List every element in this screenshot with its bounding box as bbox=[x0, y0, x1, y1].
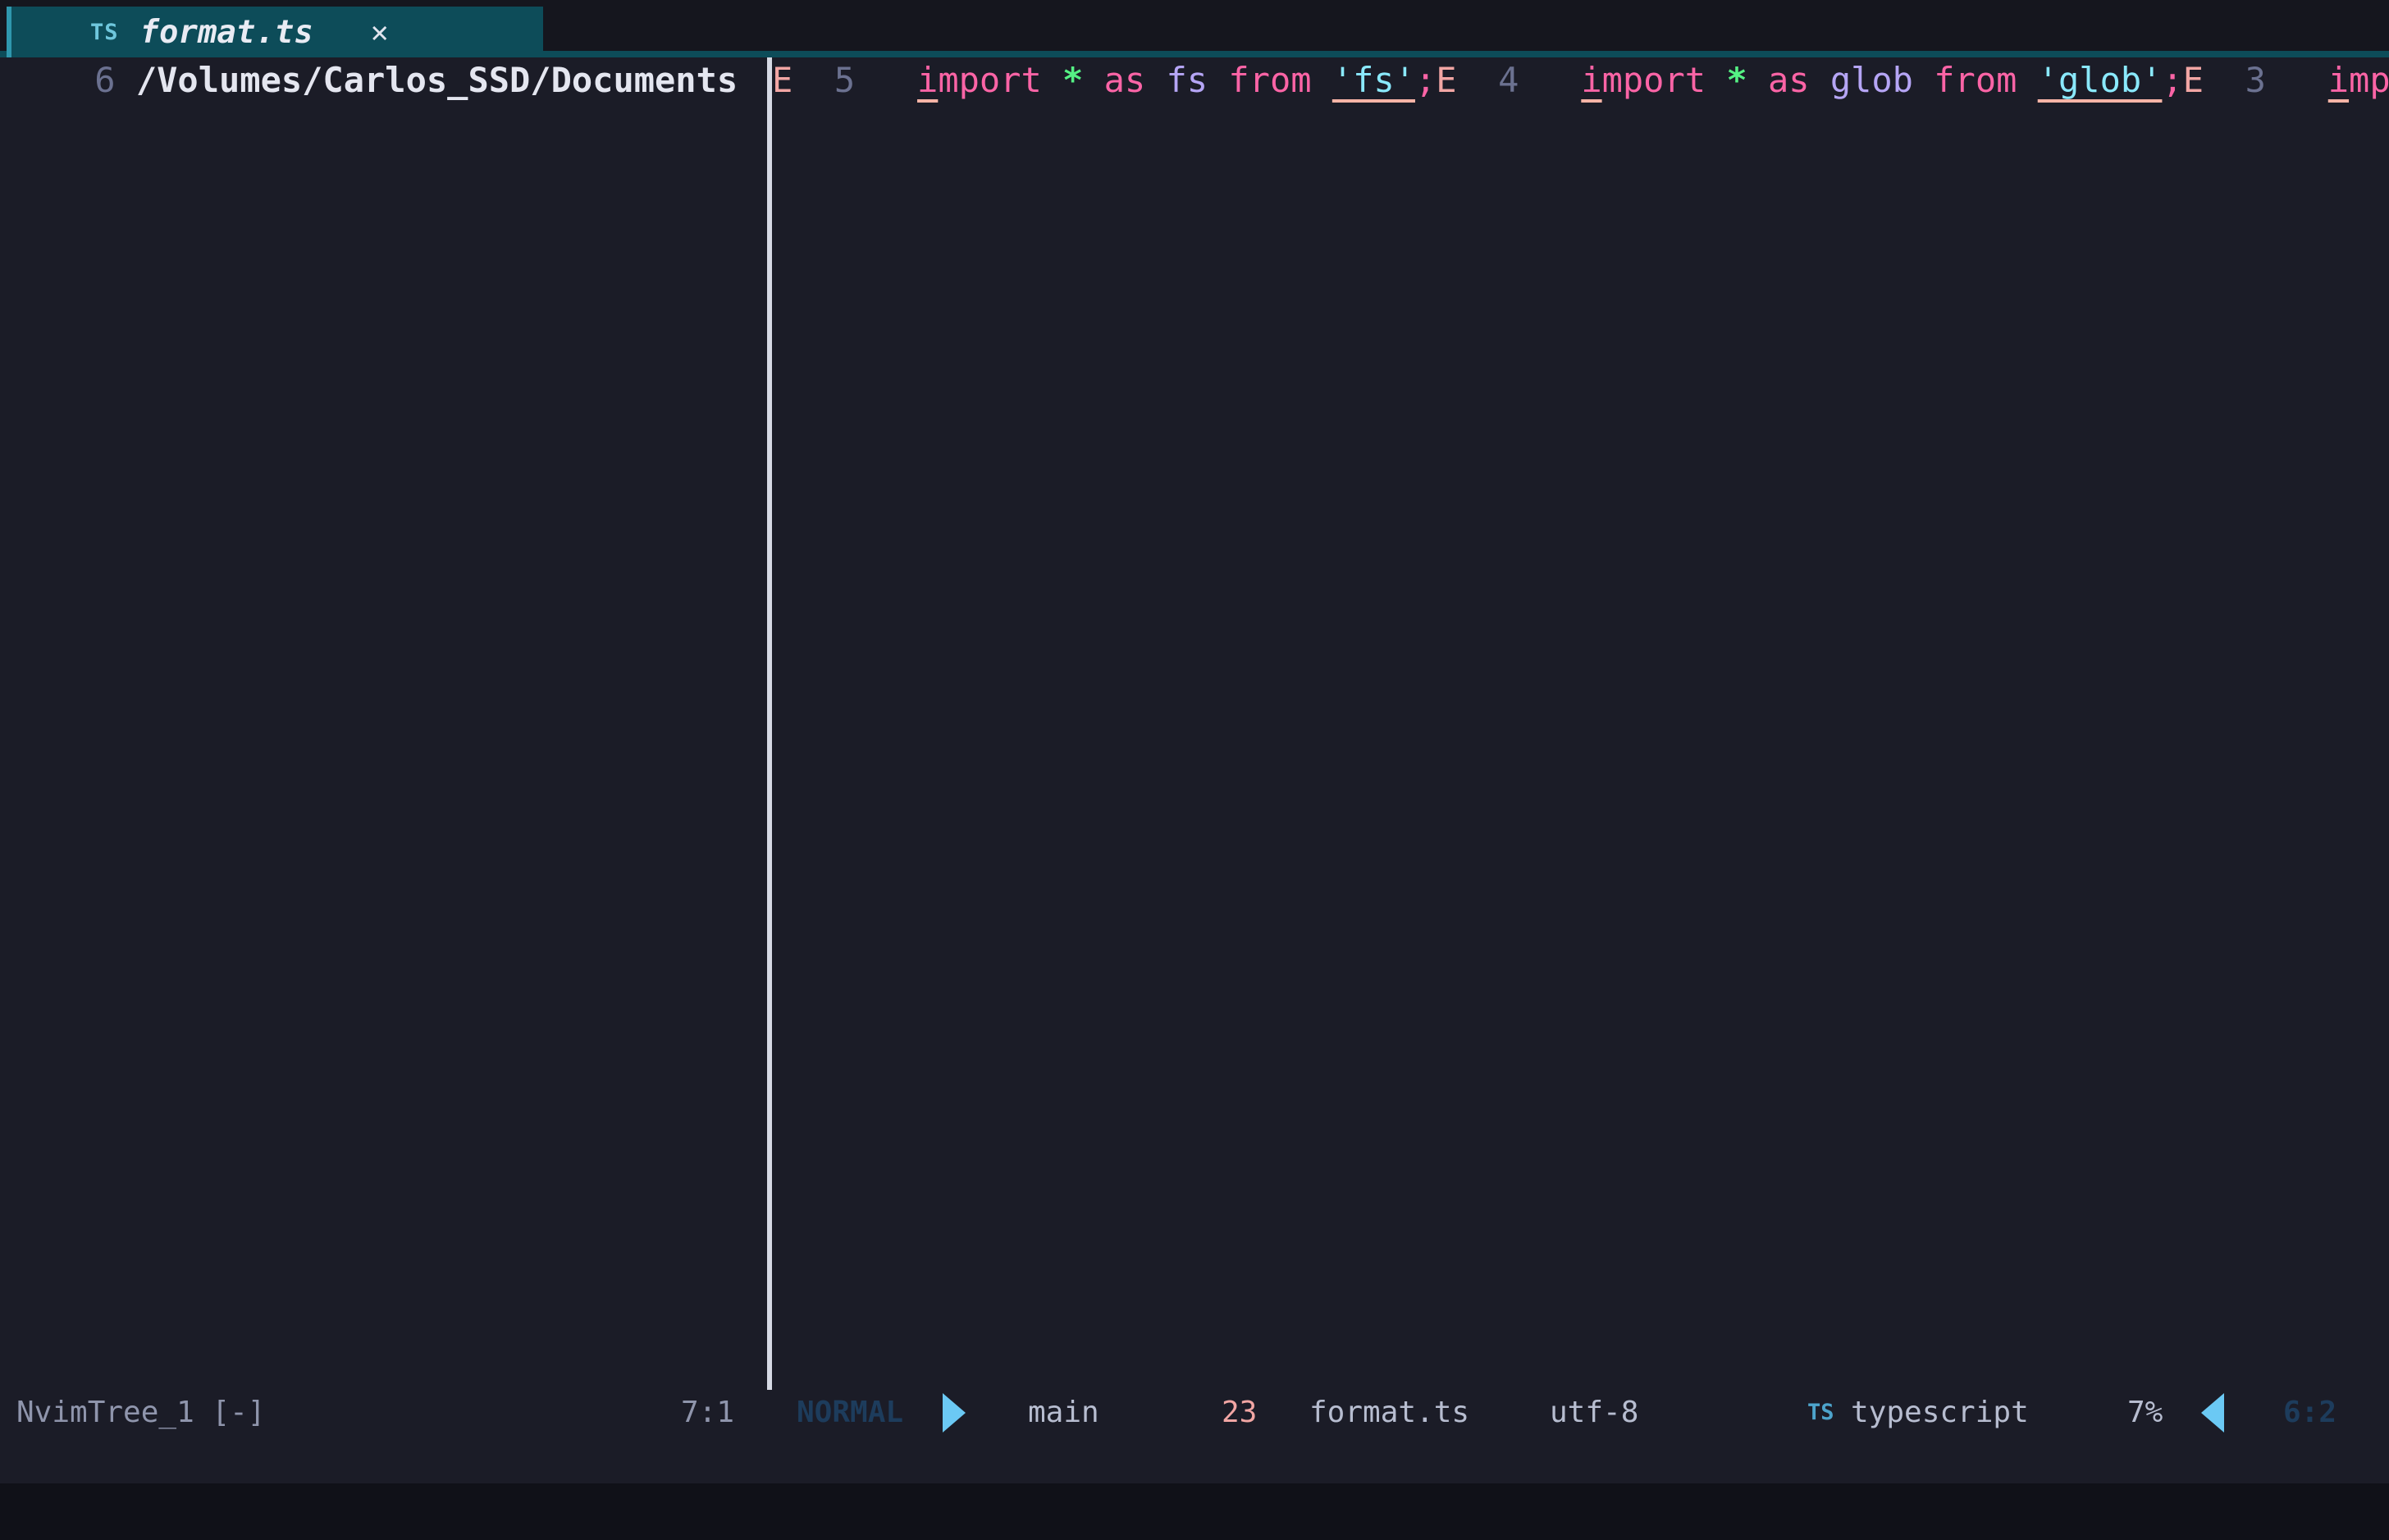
error-sign: E bbox=[2183, 60, 2225, 100]
git-branch-name: main bbox=[1028, 1390, 1099, 1436]
tab-close-icon[interactable]: ✕ bbox=[371, 16, 389, 49]
command-line[interactable] bbox=[0, 1436, 2389, 1483]
typescript-file-icon: TS bbox=[90, 20, 119, 45]
code-line[interactable]: E 4 import * as glob from 'glob'; bbox=[1436, 60, 2182, 100]
cursor-position: 6:2 bbox=[2283, 1390, 2336, 1436]
scroll-progress: 7% bbox=[2127, 1390, 2163, 1436]
statusline-main: NORMAL main 23 format.ts utf-8 bbox=[772, 1390, 2389, 1436]
nvimtree-file-explorer: 6 /Volumes/Carlos_SSD/Documents 5 → .bas… bbox=[0, 57, 767, 1390]
error-sign: E bbox=[772, 60, 814, 100]
code-line[interactable]: E 5 import * as fs from 'fs'; bbox=[772, 60, 1436, 100]
file-encoding: utf-8 bbox=[1550, 1390, 1638, 1436]
tree-row[interactable]: 6 /Volumes/Carlos_SSD/Documents bbox=[0, 60, 738, 100]
tabline: TS format.ts ✕ bbox=[0, 0, 2389, 57]
powerline-triangle-left-icon bbox=[2201, 1393, 2224, 1433]
code-line[interactable]: E 3 import * as ts from 'typescript'; bbox=[2183, 60, 2389, 100]
statusline-tree: NvimTree_1 [-] 7:1 bbox=[0, 1390, 767, 1436]
status-filename: format.ts bbox=[1309, 1390, 1469, 1436]
error-sign: E bbox=[1436, 60, 1478, 100]
tree-row[interactable]: 5 → .base-sample bbox=[738, 60, 767, 100]
neovim-window: TS format.ts ✕ 6 /Volumes/Carlos_SSD/Doc… bbox=[0, 0, 2389, 1483]
tab-title: format.ts bbox=[140, 14, 313, 51]
filetype-name: typescript bbox=[1851, 1390, 2029, 1436]
mode-indicator: NORMAL bbox=[797, 1390, 903, 1436]
tree-root-path: /Volumes/Carlos_SSD/Documents bbox=[136, 60, 738, 100]
tab-format-ts[interactable]: TS format.ts ✕ bbox=[7, 7, 543, 57]
powerline-triangle-right-icon bbox=[943, 1393, 966, 1433]
code-editor[interactable]: E 5 import * as fs from 'fs';E 4 import … bbox=[772, 57, 2389, 1390]
error-count: 23 bbox=[1222, 1390, 1257, 1436]
tree-buffer-name: NvimTree_1 [-] bbox=[16, 1390, 265, 1436]
tree-cursor-position: 7:1 bbox=[681, 1390, 734, 1436]
typescript-file-icon: TS bbox=[1807, 1390, 1834, 1436]
